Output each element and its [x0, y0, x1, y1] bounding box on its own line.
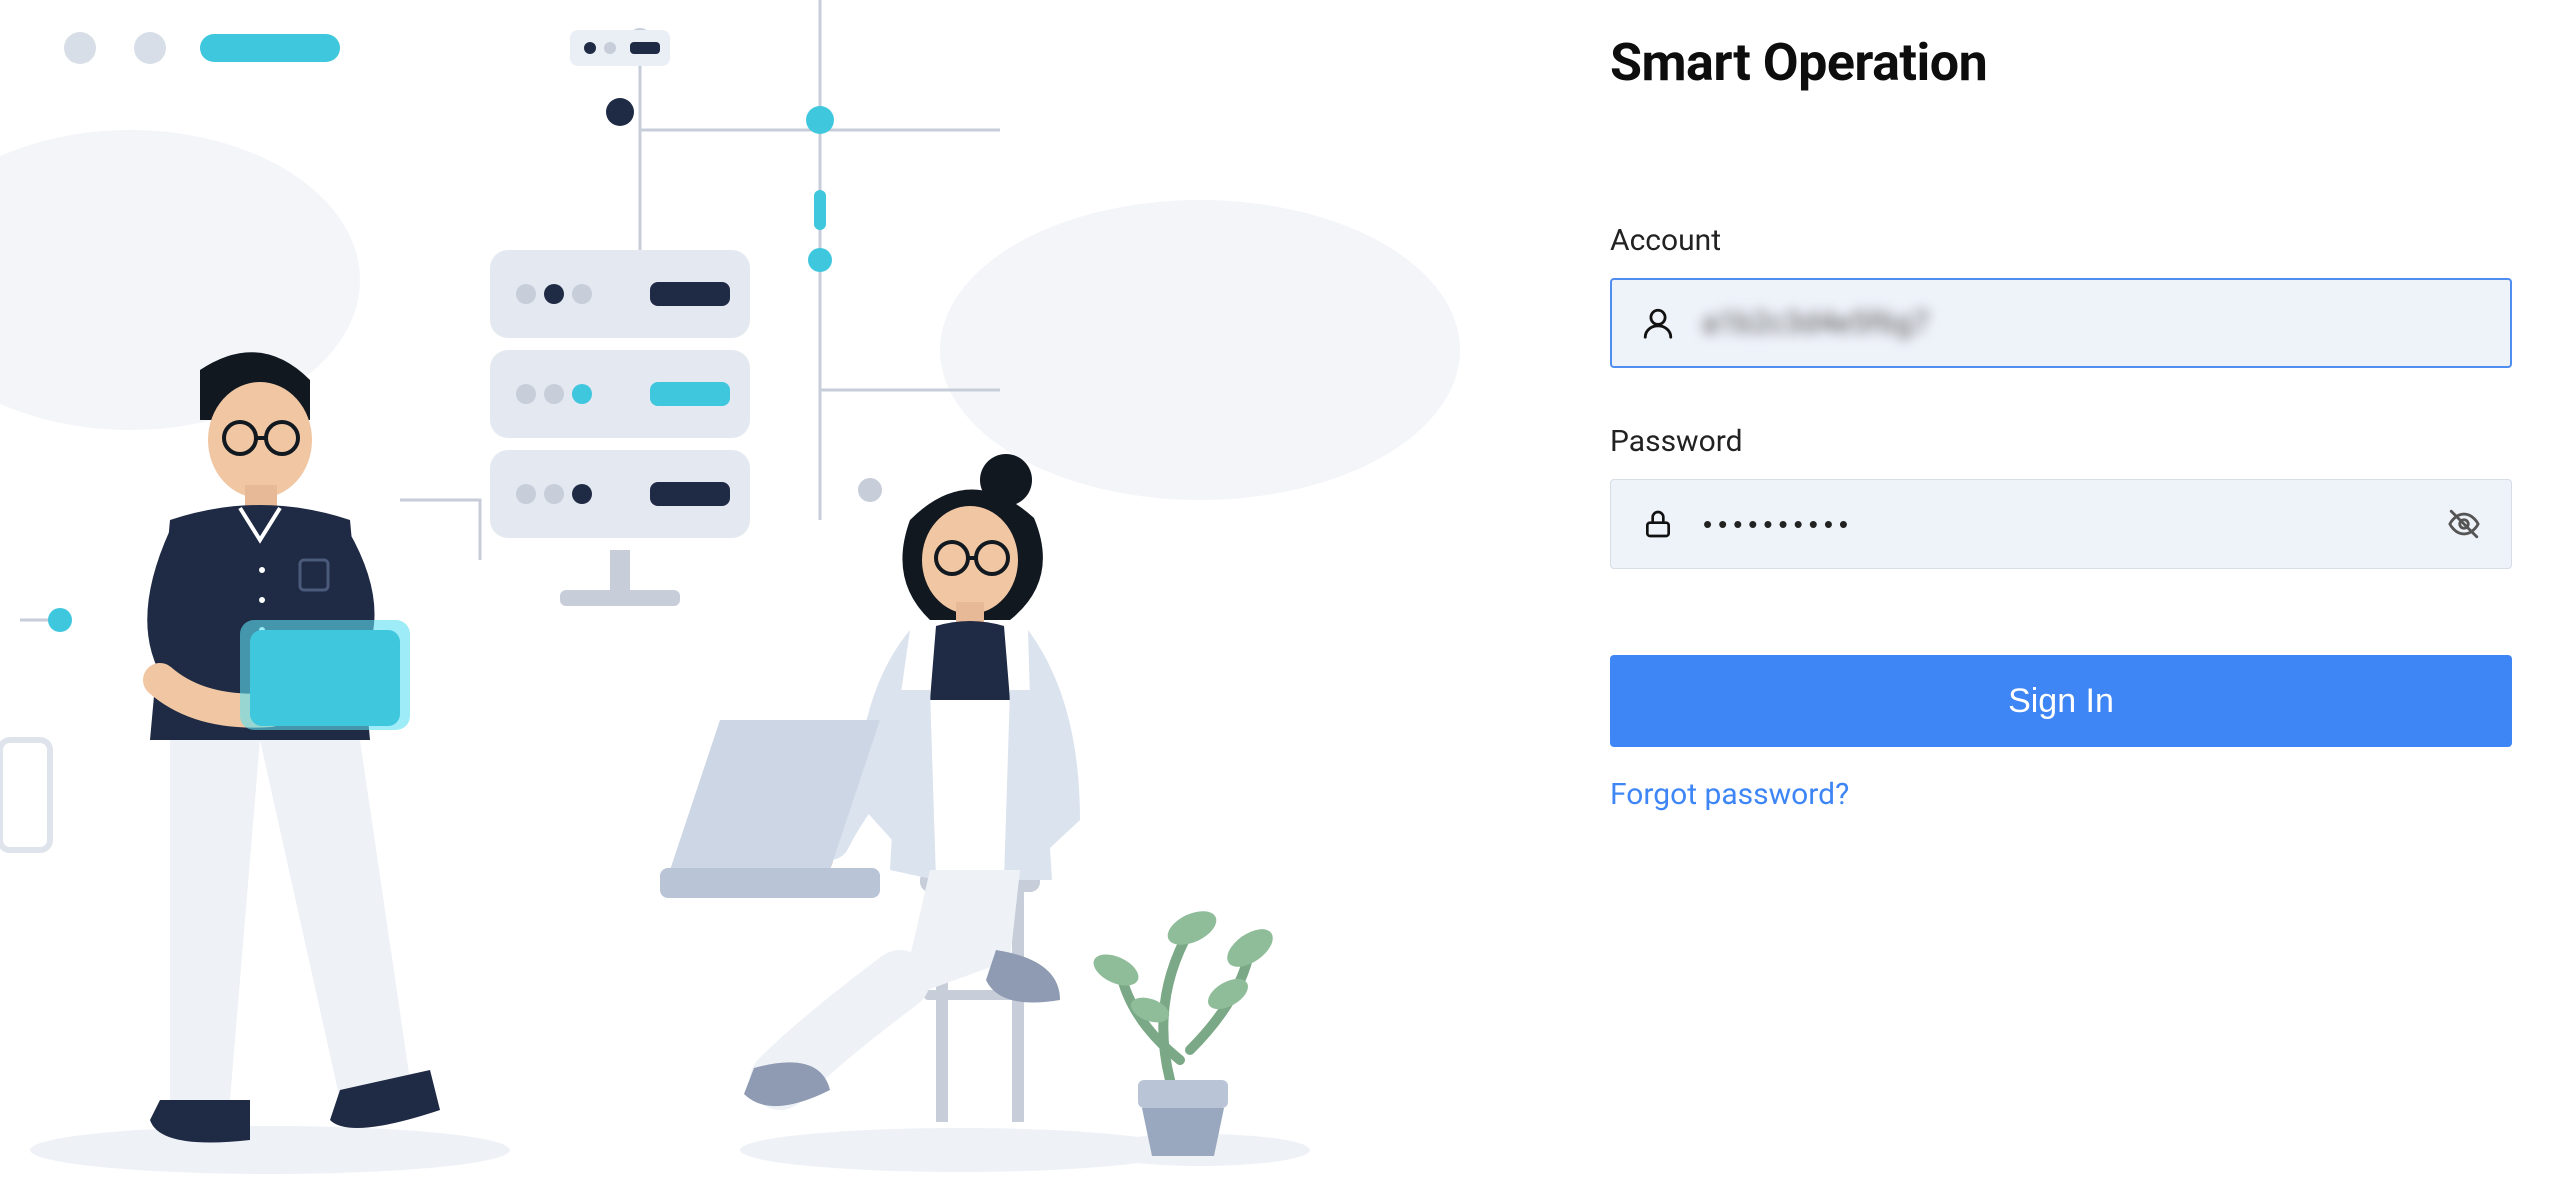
lock-icon: [1638, 504, 1678, 544]
sign-in-button[interactable]: Sign In: [1610, 655, 2512, 747]
password-input[interactable]: ••••••••••: [1610, 479, 2512, 569]
user-icon: [1638, 303, 1678, 343]
account-redaction: a1b2c3d4e5f6g7: [1702, 306, 1929, 341]
app-title: Smart Operation: [1610, 32, 2512, 93]
forgot-password-link[interactable]: Forgot password?: [1610, 777, 1849, 812]
eye-off-icon[interactable]: [2444, 504, 2484, 544]
login-illustration: [0, 0, 1500, 1180]
password-label: Password: [1610, 424, 2512, 459]
account-label: Account: [1610, 223, 2512, 258]
login-panel: Smart Operation Account a1b2c3d4e5f6g7 P…: [1500, 0, 2572, 1180]
